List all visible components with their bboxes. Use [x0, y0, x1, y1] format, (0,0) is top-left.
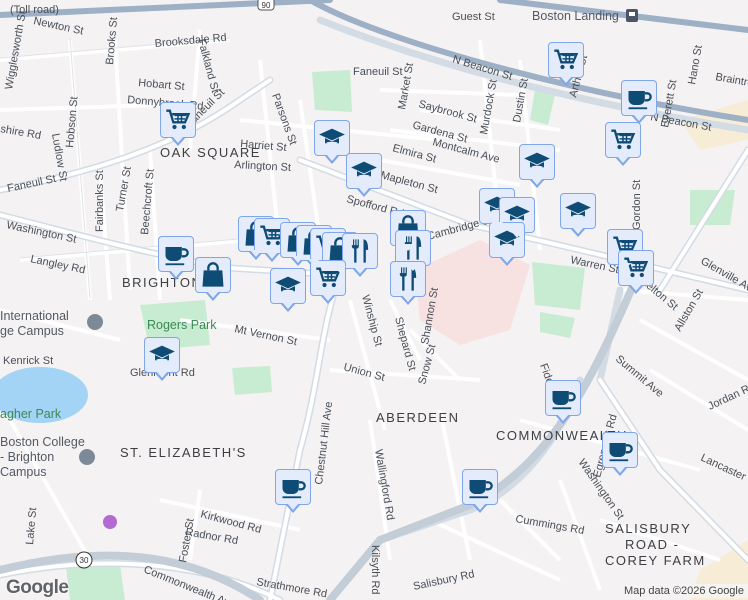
street-label: Salisbury Rd — [412, 568, 475, 593]
coffee-marker[interactable] — [621, 80, 657, 124]
coffee-icon — [552, 391, 576, 410]
street-label: shire Rd — [0, 123, 42, 142]
street-label: Kilsyth Rd — [369, 545, 381, 595]
google-logo: Google — [6, 577, 69, 598]
train-station-icon — [626, 9, 638, 22]
fork-knife-icon — [351, 239, 369, 263]
shopping-bag-marker[interactable] — [195, 257, 231, 301]
street-label: Chestnut Hill Ave — [313, 401, 335, 485]
school-marker[interactable] — [314, 120, 350, 164]
shopping-cart-marker[interactable] — [160, 102, 196, 146]
street-label: Hano St — [686, 44, 705, 85]
park-area — [530, 90, 555, 125]
shopping-cart-icon — [166, 109, 191, 130]
street-label: Snow St — [416, 343, 438, 386]
graduation-cap-icon — [319, 128, 345, 145]
park-area — [540, 312, 575, 338]
route-shield-90: 90 — [257, 0, 275, 11]
park-area — [66, 565, 125, 600]
street-label: Parsons St — [269, 92, 299, 147]
street-label: Faneuil St — [353, 66, 403, 78]
graduation-cap-icon — [149, 345, 175, 362]
street-label: Murdock St — [478, 79, 499, 136]
poi-label: Boston Landing — [532, 9, 619, 23]
graduation-cap-icon — [275, 276, 301, 293]
neighborhood-label: ABERDEEN — [376, 410, 460, 425]
street-label: Faneuil St — [6, 173, 57, 195]
coffee-marker[interactable] — [462, 469, 498, 513]
shopping-cart-marker[interactable] — [605, 122, 641, 166]
graduation-cap-icon — [565, 201, 591, 218]
neighborhood-label: SALISBURY — [605, 521, 691, 536]
poi-label: Boston College — [0, 435, 85, 449]
street-label: Lake St — [24, 507, 39, 545]
restaurant-marker[interactable] — [342, 233, 378, 277]
coffee-marker[interactable] — [158, 236, 194, 280]
street-label: Arlington St — [234, 159, 291, 174]
poi-label: ge Campus — [0, 324, 64, 338]
poi-label: Campus — [0, 465, 47, 479]
neighborhood-label: COREY FARM — [605, 553, 706, 568]
street-label: Braintree St — [714, 71, 748, 93]
shopping-cart-icon — [611, 129, 636, 150]
poi-label: - Brighton — [0, 450, 54, 464]
street-label: Jordan Rd — [706, 380, 748, 412]
street-label: Turner St — [114, 166, 134, 213]
svg-text:90: 90 — [262, 1, 271, 10]
coffee-marker[interactable] — [545, 380, 581, 424]
street-label: Guest St — [452, 11, 495, 23]
coffee-icon — [609, 443, 633, 462]
map-attribution[interactable]: Map data ©2026 Google — [619, 584, 748, 598]
coffee-marker[interactable] — [275, 469, 311, 513]
coffee-icon — [165, 247, 189, 266]
street-label: Fairbanks St — [94, 170, 106, 232]
shopping-cart-marker[interactable] — [548, 42, 584, 86]
shopping-cart-icon — [554, 49, 579, 70]
graduation-cap-icon — [351, 161, 377, 178]
school-poi-icon — [87, 314, 103, 330]
neighborhood-label: BRIGHTON — [122, 275, 202, 290]
street-label: Newton St — [32, 15, 84, 37]
street-label: Brooksdale Rd — [154, 32, 227, 50]
svg-text:30: 30 — [80, 556, 89, 565]
street-label: Kenrick St — [3, 355, 53, 367]
shopping-bag-icon — [202, 262, 224, 287]
school-poi-icon — [79, 449, 95, 465]
route-shield-30: 30 — [75, 551, 93, 569]
coffee-icon — [628, 91, 652, 110]
school-marker[interactable] — [144, 337, 180, 381]
poi-label: agher Park — [0, 407, 62, 421]
neighborhood-label: ST. ELIZABETH'S — [120, 445, 247, 460]
park-area — [532, 262, 585, 310]
coffee-icon — [469, 480, 493, 499]
museum-poi-icon — [103, 515, 117, 529]
poi-label: Rogers Park — [147, 318, 217, 332]
park-area — [312, 70, 352, 112]
park-area — [232, 366, 272, 395]
coffee-icon — [282, 480, 306, 499]
street-label: Union St — [342, 361, 386, 384]
poi-label: International — [0, 309, 69, 323]
school-marker[interactable] — [346, 153, 382, 197]
street-label: Hobart St — [138, 77, 185, 93]
street-label: Wallingford Rd — [372, 448, 396, 521]
school-marker[interactable] — [270, 268, 306, 312]
street-label: Winship St — [359, 294, 384, 348]
street-label: Mt Vernon St — [233, 323, 298, 348]
coffee-marker[interactable] — [602, 432, 638, 476]
street-label: Wigglesworth St — [3, 10, 29, 90]
school-marker[interactable] — [560, 193, 596, 237]
graduation-cap-icon — [524, 152, 550, 169]
street-label: Saybrook St — [417, 98, 478, 125]
neighborhood-label: ROAD - — [625, 537, 680, 552]
school-marker[interactable] — [519, 144, 555, 188]
street-label: Gordon St — [631, 180, 643, 230]
street-label: Lancaster Ter — [699, 452, 748, 491]
